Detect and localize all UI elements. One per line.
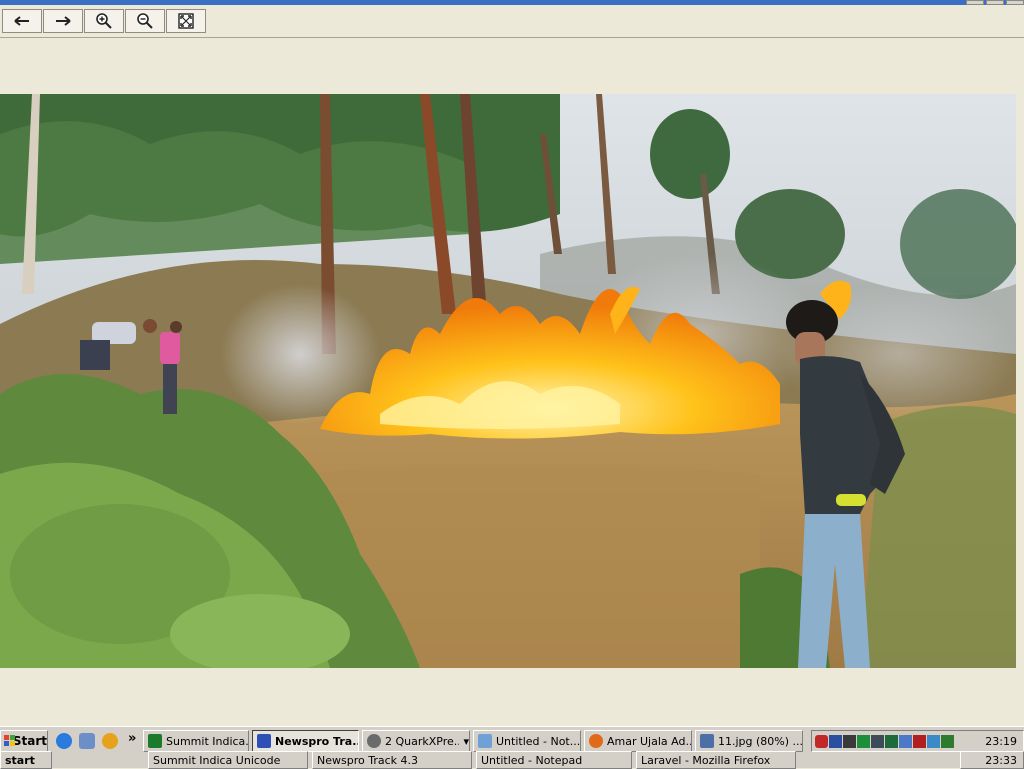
task-newspro-track-full[interactable]: Newspro Track 4.3 bbox=[312, 751, 472, 769]
firefox-app-icon bbox=[589, 734, 603, 748]
group-dropdown-icon: ▾ bbox=[463, 734, 469, 748]
task-image-viewer[interactable]: 11.jpg (80%) ... bbox=[695, 730, 803, 752]
sync-icon[interactable] bbox=[857, 734, 870, 748]
antivirus-shield-icon[interactable] bbox=[815, 734, 828, 748]
start-button-duplicate[interactable]: start bbox=[0, 751, 52, 769]
fit-to-window-button[interactable] bbox=[166, 9, 206, 33]
vc-icon[interactable] bbox=[941, 734, 954, 748]
taskbar-row-primary: Start » Summit Indica... Newspro Tra... … bbox=[0, 730, 1024, 752]
taskbar: Start » Summit Indica... Newspro Tra... … bbox=[0, 726, 1024, 769]
quicklaunch-overflow-icon[interactable]: » bbox=[128, 731, 136, 746]
image-viewport[interactable] bbox=[0, 38, 1024, 726]
clock[interactable]: 23:19 bbox=[985, 735, 1017, 748]
connection-icon[interactable] bbox=[885, 734, 898, 748]
keyboard-icon[interactable] bbox=[843, 734, 856, 748]
task-label: Summit Indica... bbox=[166, 734, 248, 748]
image-viewer-app-icon bbox=[700, 734, 714, 748]
zoom-in-button[interactable] bbox=[84, 9, 124, 33]
notepad-app-icon bbox=[478, 734, 492, 748]
start-label: start bbox=[5, 753, 35, 767]
internet-explorer-icon[interactable] bbox=[56, 733, 72, 749]
task-quarkxpress-group[interactable]: 2 QuarkXPre... ▾ bbox=[362, 730, 470, 752]
task-label: Laravel - Mozilla Firefox bbox=[641, 753, 771, 767]
zoom-out-icon bbox=[137, 13, 153, 29]
windows-logo-icon bbox=[4, 735, 15, 747]
task-laravel-firefox[interactable]: Laravel - Mozilla Firefox bbox=[636, 751, 796, 769]
task-label: 2 QuarkXPre... bbox=[385, 734, 460, 748]
task-firefox-amar-ujala[interactable]: Amar Ujala Ad... bbox=[584, 730, 692, 752]
show-desktop-icon[interactable] bbox=[79, 733, 95, 749]
task-label: Untitled - Notepad bbox=[481, 753, 583, 767]
start-label: Start bbox=[12, 734, 47, 748]
clock-label: 23:33 bbox=[985, 753, 1017, 767]
task-notepad[interactable]: Untitled - Not... bbox=[473, 730, 581, 752]
network-icon[interactable] bbox=[829, 734, 842, 748]
viewer-toolbar bbox=[0, 5, 1024, 38]
quark-app-icon bbox=[367, 734, 381, 748]
clock-duplicate: 23:33 bbox=[960, 751, 1024, 769]
task-summit-indica-unicode[interactable]: Summit Indica Unicode bbox=[148, 751, 308, 769]
task-label: Untitled - Not... bbox=[496, 734, 580, 748]
next-image-button[interactable] bbox=[43, 9, 83, 33]
arrow-left-icon bbox=[14, 16, 29, 26]
volume-icon[interactable] bbox=[899, 734, 912, 748]
task-label: 11.jpg (80%) ... bbox=[718, 734, 802, 748]
task-label: Newspro Track 4.3 bbox=[317, 753, 418, 767]
taskbar-row-secondary: start Summit Indica Unicode Newspro Trac… bbox=[0, 751, 1024, 769]
input-method-icon[interactable] bbox=[913, 734, 926, 748]
arrow-right-icon bbox=[56, 16, 71, 26]
task-label: Amar Ujala Ad... bbox=[607, 734, 691, 748]
task-summit-indica[interactable]: Summit Indica... bbox=[143, 730, 249, 752]
system-tray: 23:19 bbox=[811, 730, 1024, 752]
zoom-in-icon bbox=[96, 13, 112, 29]
display-icon[interactable] bbox=[871, 734, 884, 748]
zoom-out-button[interactable] bbox=[125, 9, 165, 33]
previous-image-button[interactable] bbox=[2, 9, 42, 33]
media-player-icon[interactable] bbox=[102, 733, 118, 749]
newspro-app-icon bbox=[257, 734, 271, 748]
start-button[interactable]: Start bbox=[0, 730, 48, 752]
forest-fire-photo bbox=[0, 94, 1016, 668]
task-label: Summit Indica Unicode bbox=[153, 753, 281, 767]
fit-window-icon bbox=[178, 13, 194, 29]
task-untitled-notepad[interactable]: Untitled - Notepad bbox=[476, 751, 632, 769]
summit-app-icon bbox=[148, 734, 162, 748]
bluetooth-icon[interactable] bbox=[927, 734, 940, 748]
task-label: Newspro Tra... bbox=[275, 734, 358, 748]
task-newspro-track[interactable]: Newspro Tra... bbox=[252, 730, 359, 752]
